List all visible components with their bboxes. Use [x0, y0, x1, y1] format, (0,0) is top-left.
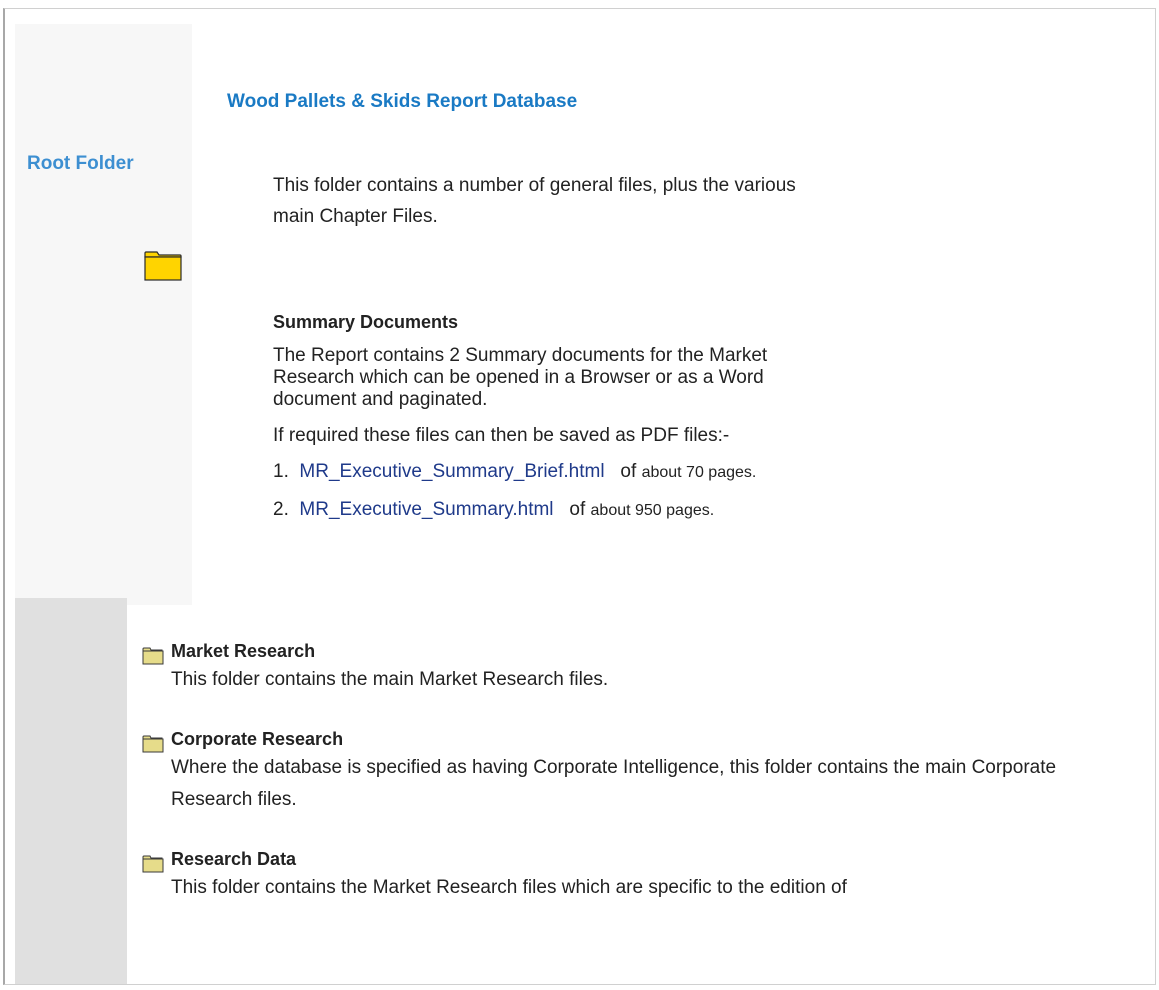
list-item: 2. MR_Executive_Summary.html of about 95… [273, 499, 714, 521]
of-text: of [569, 499, 586, 520]
folder-name: Corporate Research [171, 729, 344, 749]
summary-description: The Report contains 2 Summary documents … [273, 345, 768, 410]
folder-icon [142, 647, 164, 665]
folder-description: This folder contains the main Market Res… [171, 669, 609, 690]
pdf-note: If required these files can then be save… [273, 425, 730, 446]
page-count: about 70 pages. [641, 464, 757, 481]
folder-description: This folder contains the Market Research… [171, 877, 847, 898]
folder-list-gutter [15, 598, 127, 984]
folder-icon [142, 735, 164, 753]
sidebar-panel [15, 24, 192, 605]
folder-name: Research Data [171, 849, 297, 869]
page-title: Wood Pallets & Skids Report Database [227, 91, 578, 112]
executive-summary-brief-link[interactable]: MR_Executive_Summary_Brief.html [299, 461, 604, 482]
folder-name: Market Research [171, 641, 316, 661]
document-frame: Wood Pallets & Skids Report Database Roo… [3, 8, 1156, 985]
summary-heading: Summary Documents [273, 312, 459, 332]
folder-description: Where the database is specified as havin… [171, 757, 1057, 810]
root-folder-label: Root Folder [27, 153, 134, 174]
list-number: 2. [273, 499, 289, 520]
folder-icon [144, 251, 182, 281]
folder-icon [142, 855, 164, 873]
list-item: 1. MR_Executive_Summary_Brief.html of ab… [273, 461, 756, 483]
executive-summary-link[interactable]: MR_Executive_Summary.html [299, 499, 553, 520]
list-number: 1. [273, 461, 289, 482]
intro-text: This folder contains a number of general… [273, 175, 796, 227]
of-text: of [620, 461, 637, 482]
page-count: about 950 pages. [590, 502, 715, 519]
